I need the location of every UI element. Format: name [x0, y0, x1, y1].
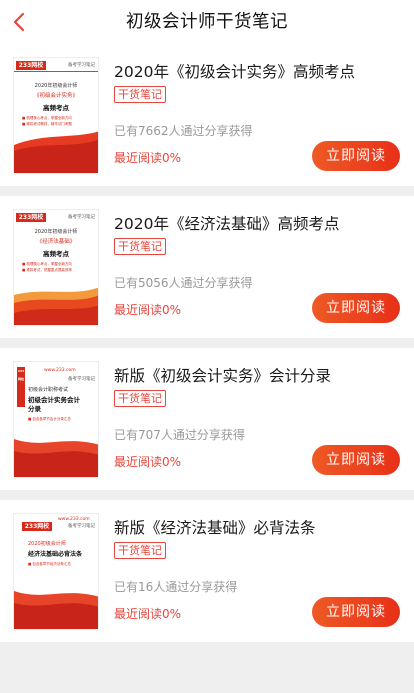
cover-wave-graphic [14, 131, 98, 173]
note-title[interactable]: 2020年《初级会计实务》高频考点 [114, 60, 355, 82]
cover-line-1: 初级会计职称考试 [28, 387, 69, 393]
cover-stripe [14, 71, 98, 72]
cover-logo: 233网校 [16, 213, 46, 222]
cover-line-1: 2020初级会计师 [28, 541, 66, 547]
list-item[interactable]: 233网校 备考学习笔记 2020年初级会计师 《经济法基础》 高频考点 ■ 梳… [0, 196, 414, 338]
cover-logo: 233网校 [16, 61, 46, 70]
read-now-button[interactable]: 立即阅读 [312, 293, 400, 323]
read-progress: 最近阅读0% [114, 455, 182, 469]
cover-brand-text: 备考学习笔记 [68, 377, 95, 382]
note-tag: 干货笔记 [114, 238, 166, 255]
note-title[interactable]: 新版《初级会计实务》会计分录 [114, 364, 331, 386]
share-count: 已有7662人通过分享获得 [114, 124, 253, 138]
read-now-button[interactable]: 立即阅读 [312, 141, 400, 171]
cover-line-3: 高频考点 [43, 250, 69, 258]
cover-line-3: 初级会计实务会计分录 [28, 396, 80, 413]
cover-site-url: www.233.com [58, 517, 90, 522]
cover-bullet-2: ■ 紧扣考试，把握重点提高效率 [22, 268, 72, 272]
book-cover-image: 233网校 备考学习笔记 www.233.com 初级会计职称考试 初级会计实务… [13, 361, 99, 478]
cover-wave-graphic [14, 591, 98, 629]
read-now-button[interactable]: 立即阅读 [312, 445, 400, 475]
share-count: 已有16人通过分享获得 [114, 580, 238, 594]
cover-logo: 233网校 [17, 367, 25, 407]
cover-logo: 233网校 [22, 522, 52, 531]
cover-line-3: 高频考点 [43, 104, 69, 112]
note-title[interactable]: 2020年《经济法基础》高频考点 [114, 212, 339, 234]
cover-line-3: 经济法基础必背法条 [28, 551, 83, 558]
cover-line-2: 《经济法基础》 [36, 239, 76, 245]
cover-line-1: 2020年初级会计师 [34, 83, 78, 89]
note-title[interactable]: 新版《经济法基础》必背法条 [114, 516, 316, 538]
cover-wave-graphic [14, 287, 98, 325]
cover-wave-graphic [14, 439, 98, 477]
cover-line-2: 《初级会计实务》 [33, 93, 78, 99]
cover-line-1: 2020年初级会计师 [34, 229, 78, 235]
cover-bullet-1: ■ 梳理核心考点，掌握全新方向 [22, 262, 72, 266]
cover-bullet-1: ■ 包含各章节会计分录汇总 [28, 417, 71, 421]
read-progress: 最近阅读0% [114, 607, 182, 621]
cover-bullet-1: ■ 包含各章节经济法条汇总 [28, 562, 71, 566]
cover-site-url: www.233.com [44, 368, 76, 373]
read-progress: 最近阅读0% [114, 303, 182, 317]
list-item[interactable]: 233网校 备考学习笔记 www.233.com 2020初级会计师 经济法基础… [0, 500, 414, 642]
book-cover-image: 233网校 备考学习笔记 2020年初级会计师 《初级会计实务》 高频考点 ■ … [13, 57, 99, 174]
book-cover-image: 233网校 备考学习笔记 www.233.com 2020初级会计师 经济法基础… [13, 513, 99, 630]
app-header: 初级会计师干货笔记 [0, 0, 414, 44]
share-count: 已有5056人通过分享获得 [114, 276, 253, 290]
read-progress: 最近阅读0% [114, 151, 182, 165]
list-item[interactable]: 233网校 备考学习笔记 2020年初级会计师 《初级会计实务》 高频考点 ■ … [0, 44, 414, 186]
read-now-button[interactable]: 立即阅读 [312, 597, 400, 627]
cover-bullet-1: ■ 梳理核心考点，掌握全新方向 [22, 116, 72, 120]
cover-brand-text: 备考学习笔记 [68, 63, 95, 68]
book-cover-image: 233网校 备考学习笔记 2020年初级会计师 《经济法基础》 高频考点 ■ 梳… [13, 209, 99, 326]
page-title: 初级会计师干货笔记 [126, 12, 288, 32]
cover-bullet-2: ■ 紧扣考试教材，精华试门考题 [22, 122, 72, 126]
note-tag: 干货笔记 [114, 390, 166, 407]
list-item[interactable]: 233网校 备考学习笔记 www.233.com 初级会计职称考试 初级会计实务… [0, 348, 414, 490]
cover-brand-text: 备考学习笔记 [68, 215, 95, 220]
note-tag: 干货笔记 [114, 86, 166, 103]
share-count: 已有707人通过分享获得 [114, 428, 245, 442]
note-tag: 干货笔记 [114, 542, 166, 559]
